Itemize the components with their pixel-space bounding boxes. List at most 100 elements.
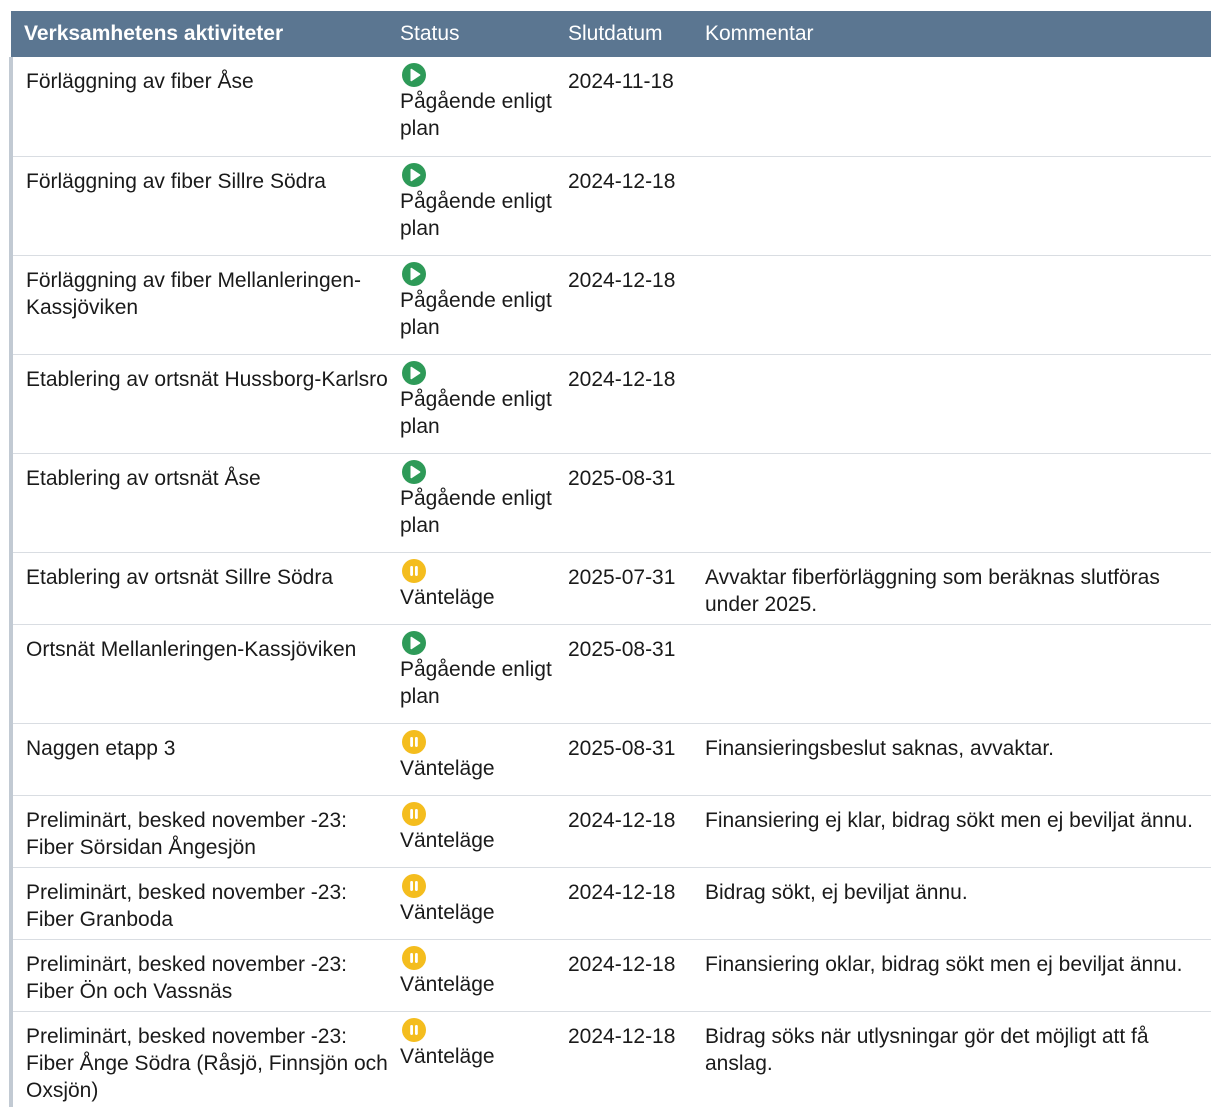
end-date: 2025-08-31 bbox=[568, 637, 676, 661]
activity-cell: Preliminärt, besked november -23: Fiber … bbox=[9, 867, 390, 940]
table-body: Förläggning av fiber Åse Pågående enligt … bbox=[9, 57, 1211, 1107]
activity-cell: Förläggning av fiber Sillre Södra bbox=[9, 156, 390, 256]
end-date: 2024-12-18 bbox=[568, 367, 676, 391]
comment-cell: Finansiering oklar, bidrag sökt men ej b… bbox=[695, 939, 1211, 1012]
status-label: Vänteläge bbox=[400, 756, 495, 780]
end-date: 2024-11-18 bbox=[568, 70, 674, 93]
end-date-cell: 2025-08-31 bbox=[558, 453, 695, 553]
status-label: Pågående enligt plan bbox=[400, 189, 552, 240]
status-cell: Vänteläge bbox=[390, 1011, 558, 1107]
status-cell: Vänteläge bbox=[390, 552, 558, 625]
status-label: Pågående enligt plan bbox=[400, 657, 552, 708]
play-icon bbox=[402, 261, 426, 286]
activity-cell: Etablering av ortsnät Åse bbox=[9, 453, 390, 553]
pause-icon bbox=[402, 873, 426, 898]
activity-cell: Preliminärt, besked november -23: Fiber … bbox=[9, 795, 390, 868]
status-label: Vänteläge bbox=[400, 828, 495, 852]
status-cell: Vänteläge bbox=[390, 723, 558, 796]
header-activity: Verksamhetens aktiviteter bbox=[24, 22, 284, 45]
header-row: Verksamhetens aktiviteter Status Slutdat… bbox=[11, 11, 1211, 57]
pause-icon bbox=[402, 729, 426, 754]
end-date-cell: 2024-12-18 bbox=[558, 867, 695, 940]
end-date: 2024-12-18 bbox=[568, 808, 676, 832]
play-icon bbox=[402, 360, 426, 385]
header-end-date: Slutdatum bbox=[568, 22, 663, 45]
comment-cell: Finansiering ej klar, bidrag sökt men ej… bbox=[695, 795, 1211, 868]
status-label: Vänteläge bbox=[400, 972, 495, 996]
status-cell: Pågående enligt plan bbox=[390, 255, 558, 355]
comment-cell: Bidrag söks när utlysningar gör det möjl… bbox=[705, 1024, 1149, 1075]
activities-table-container: Verksamhetens aktiviteter Status Slutdat… bbox=[9, 11, 1211, 1107]
end-date: 2024-12-18 bbox=[568, 1024, 676, 1048]
comment-cell bbox=[695, 156, 1211, 256]
end-date-cell: 2024-12-18 bbox=[558, 1011, 695, 1107]
activity-cell: Preliminärt, besked november -23: Fiber … bbox=[9, 1011, 390, 1107]
pause-icon bbox=[402, 1017, 426, 1042]
status-cell: Pågående enligt plan bbox=[390, 354, 558, 454]
play-icon bbox=[402, 162, 426, 187]
status-label: Vänteläge bbox=[400, 585, 495, 609]
table-row: Preliminärt, besked november -23: Fiber … bbox=[9, 1011, 1211, 1107]
end-date: 2024-12-18 bbox=[568, 268, 676, 292]
status-cell: Pågående enligt plan bbox=[390, 57, 558, 157]
activity-cell: Etablering av ortsnät Hussborg-Karlsro bbox=[9, 354, 390, 454]
status-label: Pågående enligt plan bbox=[400, 288, 552, 339]
header-status: Status bbox=[400, 22, 460, 45]
activity-cell: Förläggning av fiber Åse bbox=[9, 57, 390, 157]
status-cell: Vänteläge bbox=[390, 867, 558, 940]
status-cell: Pågående enligt plan bbox=[390, 453, 558, 553]
status-label: Pågående enligt plan bbox=[400, 387, 552, 438]
table-row: Förläggning av fiber Sillre Södra Pågåend… bbox=[9, 156, 1211, 256]
table-row: Förläggning av fiber Åse Pågående enligt … bbox=[9, 57, 1211, 157]
play-icon bbox=[402, 459, 426, 484]
header-comment: Kommentar bbox=[705, 22, 814, 45]
comment-cell bbox=[695, 255, 1211, 355]
status-cell: Pågående enligt plan bbox=[390, 624, 558, 724]
comment-cell bbox=[695, 57, 1211, 157]
activity-cell: Naggen etapp 3 bbox=[9, 723, 390, 796]
end-date-cell: 2024-12-18 bbox=[558, 939, 695, 1012]
end-date-cell: 2024-12-18 bbox=[558, 354, 695, 454]
end-date: 2024-12-18 bbox=[568, 880, 676, 904]
activity-cell: Preliminärt, besked november -23: Fiber … bbox=[9, 939, 390, 1012]
activities-table: Verksamhetens aktiviteter Status Slutdat… bbox=[9, 11, 1211, 1107]
end-date: 2025-08-31 bbox=[568, 736, 676, 760]
table-row: Naggen etapp 3 Vänteläge 2025-08-31 Finansi… bbox=[9, 723, 1211, 796]
end-date: 2024-12-18 bbox=[568, 952, 676, 976]
comment-cell bbox=[695, 624, 1211, 724]
status-cell: Vänteläge bbox=[390, 795, 558, 868]
table-row: Ortsnät Mellanleringen-Kassjöviken Pågåen… bbox=[9, 624, 1211, 724]
end-date-cell: 2024-12-18 bbox=[558, 255, 695, 355]
table-row: Förläggning av fiber Mellanleringen-Kass… bbox=[9, 255, 1211, 355]
pause-icon bbox=[402, 801, 426, 826]
table-row: Etablering av ortsnät Åse Pågående enligt… bbox=[9, 453, 1211, 553]
status-cell: Pågående enligt plan bbox=[390, 156, 558, 256]
activity-cell: Etablering av ortsnät Sillre Södra bbox=[9, 552, 390, 625]
end-date-cell: 2025-08-31 bbox=[558, 723, 695, 796]
activity-cell: Förläggning av fiber Mellanleringen-Kass… bbox=[9, 255, 390, 355]
end-date-cell: 2024-12-18 bbox=[558, 795, 695, 868]
end-date: 2025-07-31 bbox=[568, 565, 676, 589]
comment-cell bbox=[695, 453, 1211, 553]
table-row: Preliminärt, besked november -23: Fiber … bbox=[9, 939, 1211, 1012]
end-date-cell: 2024-12-18 bbox=[558, 156, 695, 256]
table-row: Etablering av ortsnät Hussborg-Karlsro På… bbox=[9, 354, 1211, 454]
activity-cell: Ortsnät Mellanleringen-Kassjöviken bbox=[9, 624, 390, 724]
status-label: Pågående enligt plan bbox=[400, 90, 552, 140]
status-label: Vänteläge bbox=[400, 1044, 495, 1068]
pause-icon bbox=[402, 558, 426, 583]
play-icon bbox=[402, 630, 426, 655]
comment-cell: Finansieringsbeslut saknas, avvaktar. bbox=[695, 723, 1211, 796]
end-date-cell: 2024-11-18 bbox=[558, 57, 695, 157]
status-label: Pågående enligt plan bbox=[400, 486, 552, 537]
status-label: Vänteläge bbox=[400, 900, 495, 924]
status-cell: Vänteläge bbox=[390, 939, 558, 1012]
comment-cell: Avvaktar fiberförläggning som beräknas s… bbox=[695, 552, 1211, 625]
pause-icon bbox=[402, 945, 426, 970]
end-date-cell: 2025-08-31 bbox=[558, 624, 695, 724]
end-date: 2024-12-18 bbox=[568, 169, 676, 193]
table-header: Verksamhetens aktiviteter Status Slutdat… bbox=[11, 11, 1211, 57]
comment-cell bbox=[695, 354, 1211, 454]
comment-cell: Bidrag sökt, ej beviljat ännu. bbox=[695, 867, 1211, 940]
table-row: Preliminärt, besked november -23: Fiber … bbox=[9, 795, 1211, 868]
